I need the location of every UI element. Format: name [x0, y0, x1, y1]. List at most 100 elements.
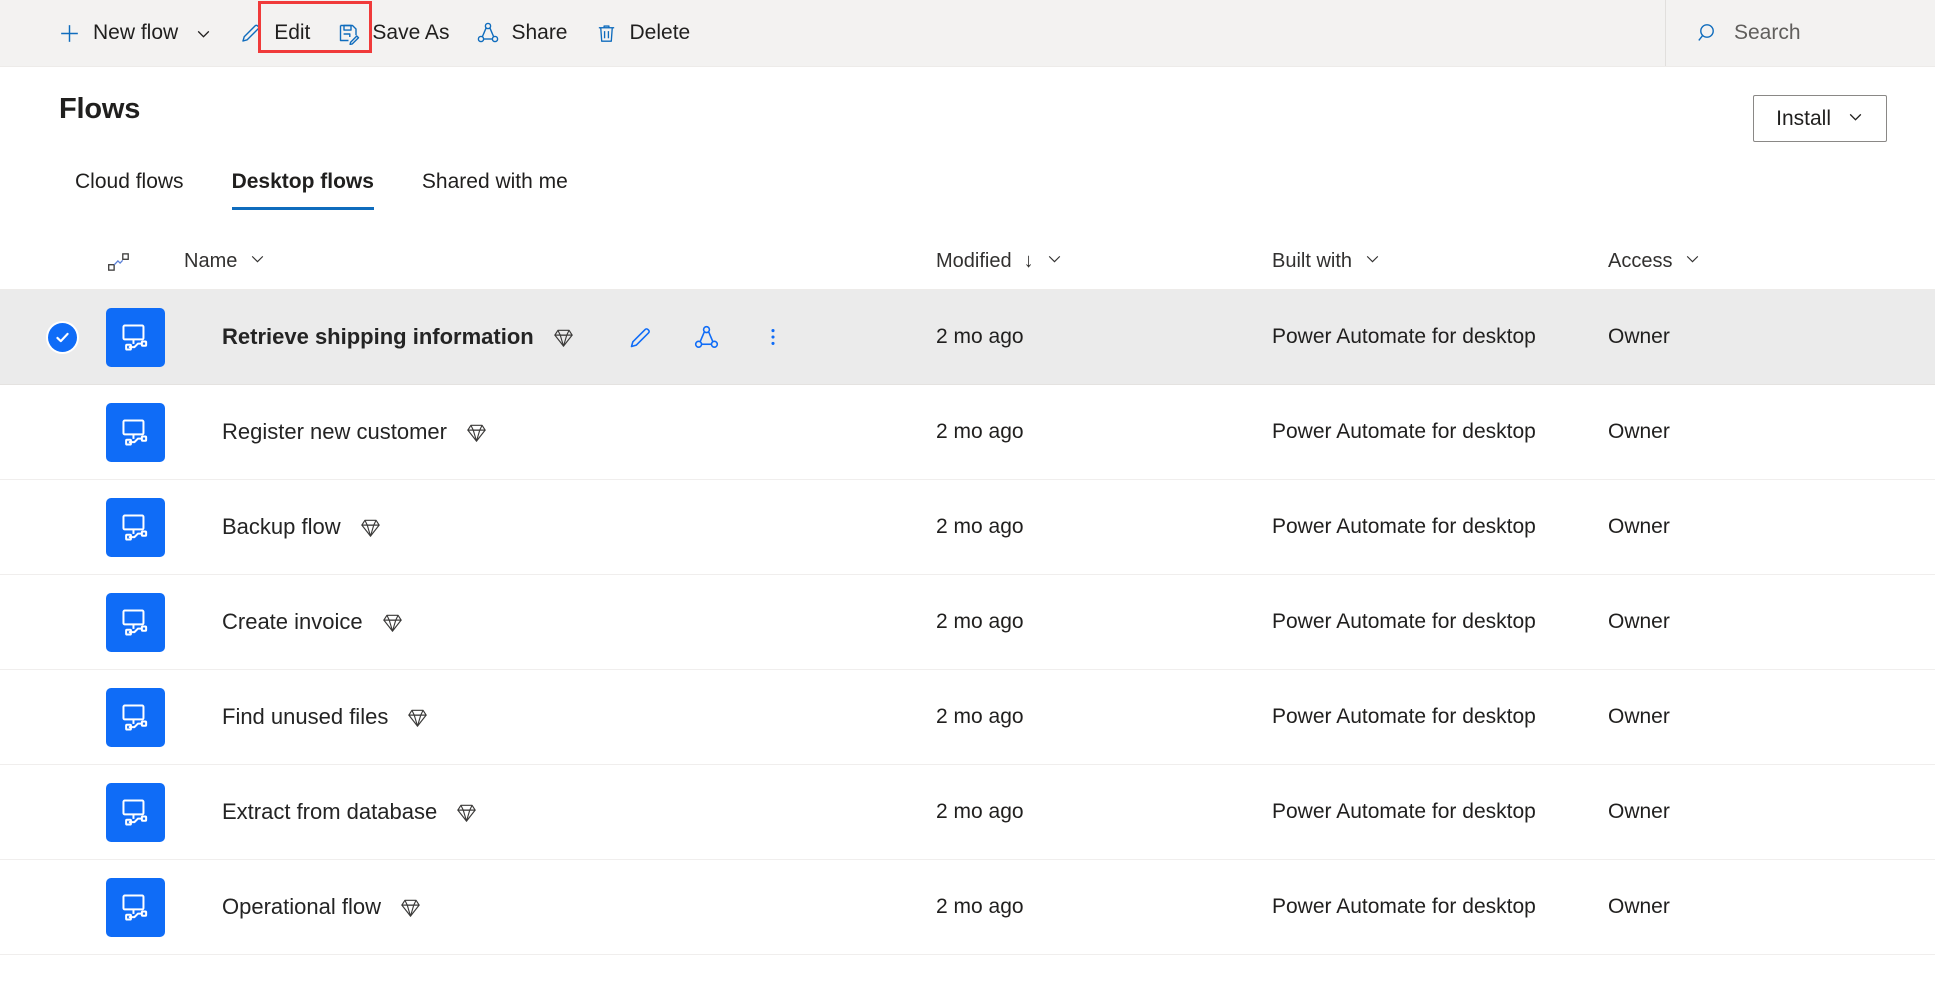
column-header-access[interactable]: Access — [1608, 250, 1828, 273]
pencil-icon — [238, 21, 263, 46]
built-with-cell: Power Automate for desktop — [1272, 800, 1536, 823]
chevron-down-icon — [1847, 107, 1864, 131]
flow-type-cell — [106, 687, 184, 747]
premium-gem-icon — [399, 896, 422, 919]
flow-name-label[interactable]: Operational flow — [222, 894, 381, 920]
desktop-flow-icon — [106, 497, 165, 557]
row-checkbox[interactable] — [48, 322, 106, 352]
modified-cell: 2 mo ago — [936, 420, 1024, 443]
tab-desktop-flows[interactable]: Desktop flows — [212, 164, 394, 210]
edit-button[interactable]: Edit — [225, 9, 323, 57]
tab-label: Cloud flows — [75, 170, 184, 193]
command-bar-buttons: New flow Edit Save As Share Delete — [0, 0, 703, 66]
flow-name-label[interactable]: Register new customer — [222, 419, 447, 445]
flow-name-cell: Operational flow — [184, 894, 936, 920]
desktop-flow-icon — [106, 687, 165, 747]
flow-name-label[interactable]: Backup flow — [222, 514, 341, 540]
column-header-name[interactable]: Name — [184, 250, 936, 273]
tab-cloud-flows[interactable]: Cloud flows — [55, 164, 204, 210]
built-with-cell: Power Automate for desktop — [1272, 610, 1536, 633]
built-with-cell: Power Automate for desktop — [1272, 420, 1536, 443]
column-header-modified-label: Modified — [936, 250, 1012, 272]
table-row[interactable]: Extract from database 2 mo ago Power Autom… — [0, 765, 1935, 860]
chevron-down-icon — [249, 250, 266, 273]
premium-gem-icon — [359, 516, 382, 539]
flow-name-cell: Create invoice — [184, 609, 936, 635]
install-button[interactable]: Install — [1753, 95, 1887, 142]
new-flow-button[interactable]: New flow — [44, 9, 225, 57]
flow-name-cell: Retrieve shipping information — [184, 323, 936, 351]
install-label: Install — [1776, 106, 1831, 130]
tab-label: Shared with me — [421, 170, 568, 193]
desktop-flow-icon — [106, 592, 165, 652]
flow-type-cell — [106, 307, 184, 367]
search-container: Search — [1665, 0, 1935, 66]
edit-flow-icon[interactable] — [627, 323, 655, 351]
flow-type-cell — [106, 592, 184, 652]
column-header-built-with[interactable]: Built with — [1272, 250, 1608, 273]
table-row[interactable]: Create invoice 2 mo ago Power Automate for… — [0, 575, 1935, 670]
table-row[interactable]: Register new customer 2 mo ago Power Autom… — [0, 385, 1935, 480]
access-cell: Owner — [1608, 325, 1670, 348]
command-bar: New flow Edit Save As Share Delete Searc… — [0, 0, 1935, 67]
share-icon — [475, 21, 500, 46]
table-header-row: Name Modified ↓ Built with Access — [0, 234, 1935, 290]
desktop-flow-icon — [106, 307, 165, 367]
save-as-icon — [336, 21, 361, 46]
desktop-flow-icon — [106, 782, 165, 842]
desktop-flow-icon — [106, 402, 165, 462]
built-with-cell: Power Automate for desktop — [1272, 515, 1536, 538]
page-title: Flows — [59, 93, 141, 125]
new-flow-label: New flow — [93, 21, 179, 44]
share-button[interactable]: Share — [462, 9, 580, 57]
modified-cell: 2 mo ago — [936, 800, 1024, 823]
plus-icon — [57, 21, 82, 46]
delete-button[interactable]: Delete — [581, 9, 704, 57]
row-actions — [627, 323, 787, 351]
flow-name-label[interactable]: Find unused files — [222, 704, 388, 730]
premium-gem-icon — [455, 801, 478, 824]
table-row[interactable]: Backup flow 2 mo ago Power Automate for de… — [0, 480, 1935, 575]
tab-shared-with-me[interactable]: Shared with me — [402, 164, 588, 210]
access-cell: Owner — [1608, 420, 1670, 443]
checkmark-icon — [48, 322, 77, 352]
search-icon — [1696, 21, 1720, 45]
sort-descending-icon: ↓ — [1023, 250, 1034, 272]
column-header-name-label: Name — [184, 250, 238, 272]
built-with-cell: Power Automate for desktop — [1272, 895, 1536, 918]
built-with-cell: Power Automate for desktop — [1272, 325, 1536, 348]
edit-label: Edit — [274, 21, 311, 44]
flow-name-cell: Backup flow — [184, 514, 936, 540]
premium-gem-icon — [406, 706, 429, 729]
flow-type-cell — [106, 877, 184, 937]
flow-name-label[interactable]: Create invoice — [222, 609, 363, 635]
modified-cell: 2 mo ago — [936, 895, 1024, 918]
premium-gem-icon — [552, 326, 575, 349]
desktop-flow-icon — [106, 877, 165, 937]
flow-name-label[interactable]: Extract from database — [222, 799, 437, 825]
table-row[interactable]: Retrieve shipping information 2 mo ago Pow… — [0, 290, 1935, 385]
column-header-built-with-label: Built with — [1272, 250, 1353, 272]
search-input[interactable]: Search — [1696, 0, 1935, 66]
table-row[interactable]: Find unused files 2 mo ago Power Automate … — [0, 670, 1935, 765]
column-header-flow-type[interactable] — [106, 249, 184, 275]
access-cell: Owner — [1608, 800, 1670, 823]
access-cell: Owner — [1608, 515, 1670, 538]
page-header: Flows Install — [0, 67, 1935, 142]
share-flow-icon[interactable] — [693, 323, 721, 351]
column-header-access-label: Access — [1608, 250, 1673, 272]
chevron-down-icon — [1046, 250, 1063, 273]
table-body: Retrieve shipping information 2 mo ago Pow… — [0, 290, 1935, 955]
flow-name-cell: Find unused files — [184, 704, 936, 730]
premium-gem-icon — [381, 611, 404, 634]
chevron-down-icon — [1684, 250, 1701, 273]
save-as-button[interactable]: Save As — [323, 9, 462, 57]
access-cell: Owner — [1608, 610, 1670, 633]
table-row[interactable]: Operational flow 2 mo ago Power Automate f… — [0, 860, 1935, 955]
search-placeholder: Search — [1734, 21, 1801, 44]
modified-cell: 2 mo ago — [936, 325, 1024, 348]
flow-type-cell — [106, 782, 184, 842]
more-options-icon[interactable] — [759, 323, 787, 351]
flow-name-label[interactable]: Retrieve shipping information — [222, 324, 534, 350]
column-header-modified[interactable]: Modified ↓ — [936, 250, 1272, 273]
